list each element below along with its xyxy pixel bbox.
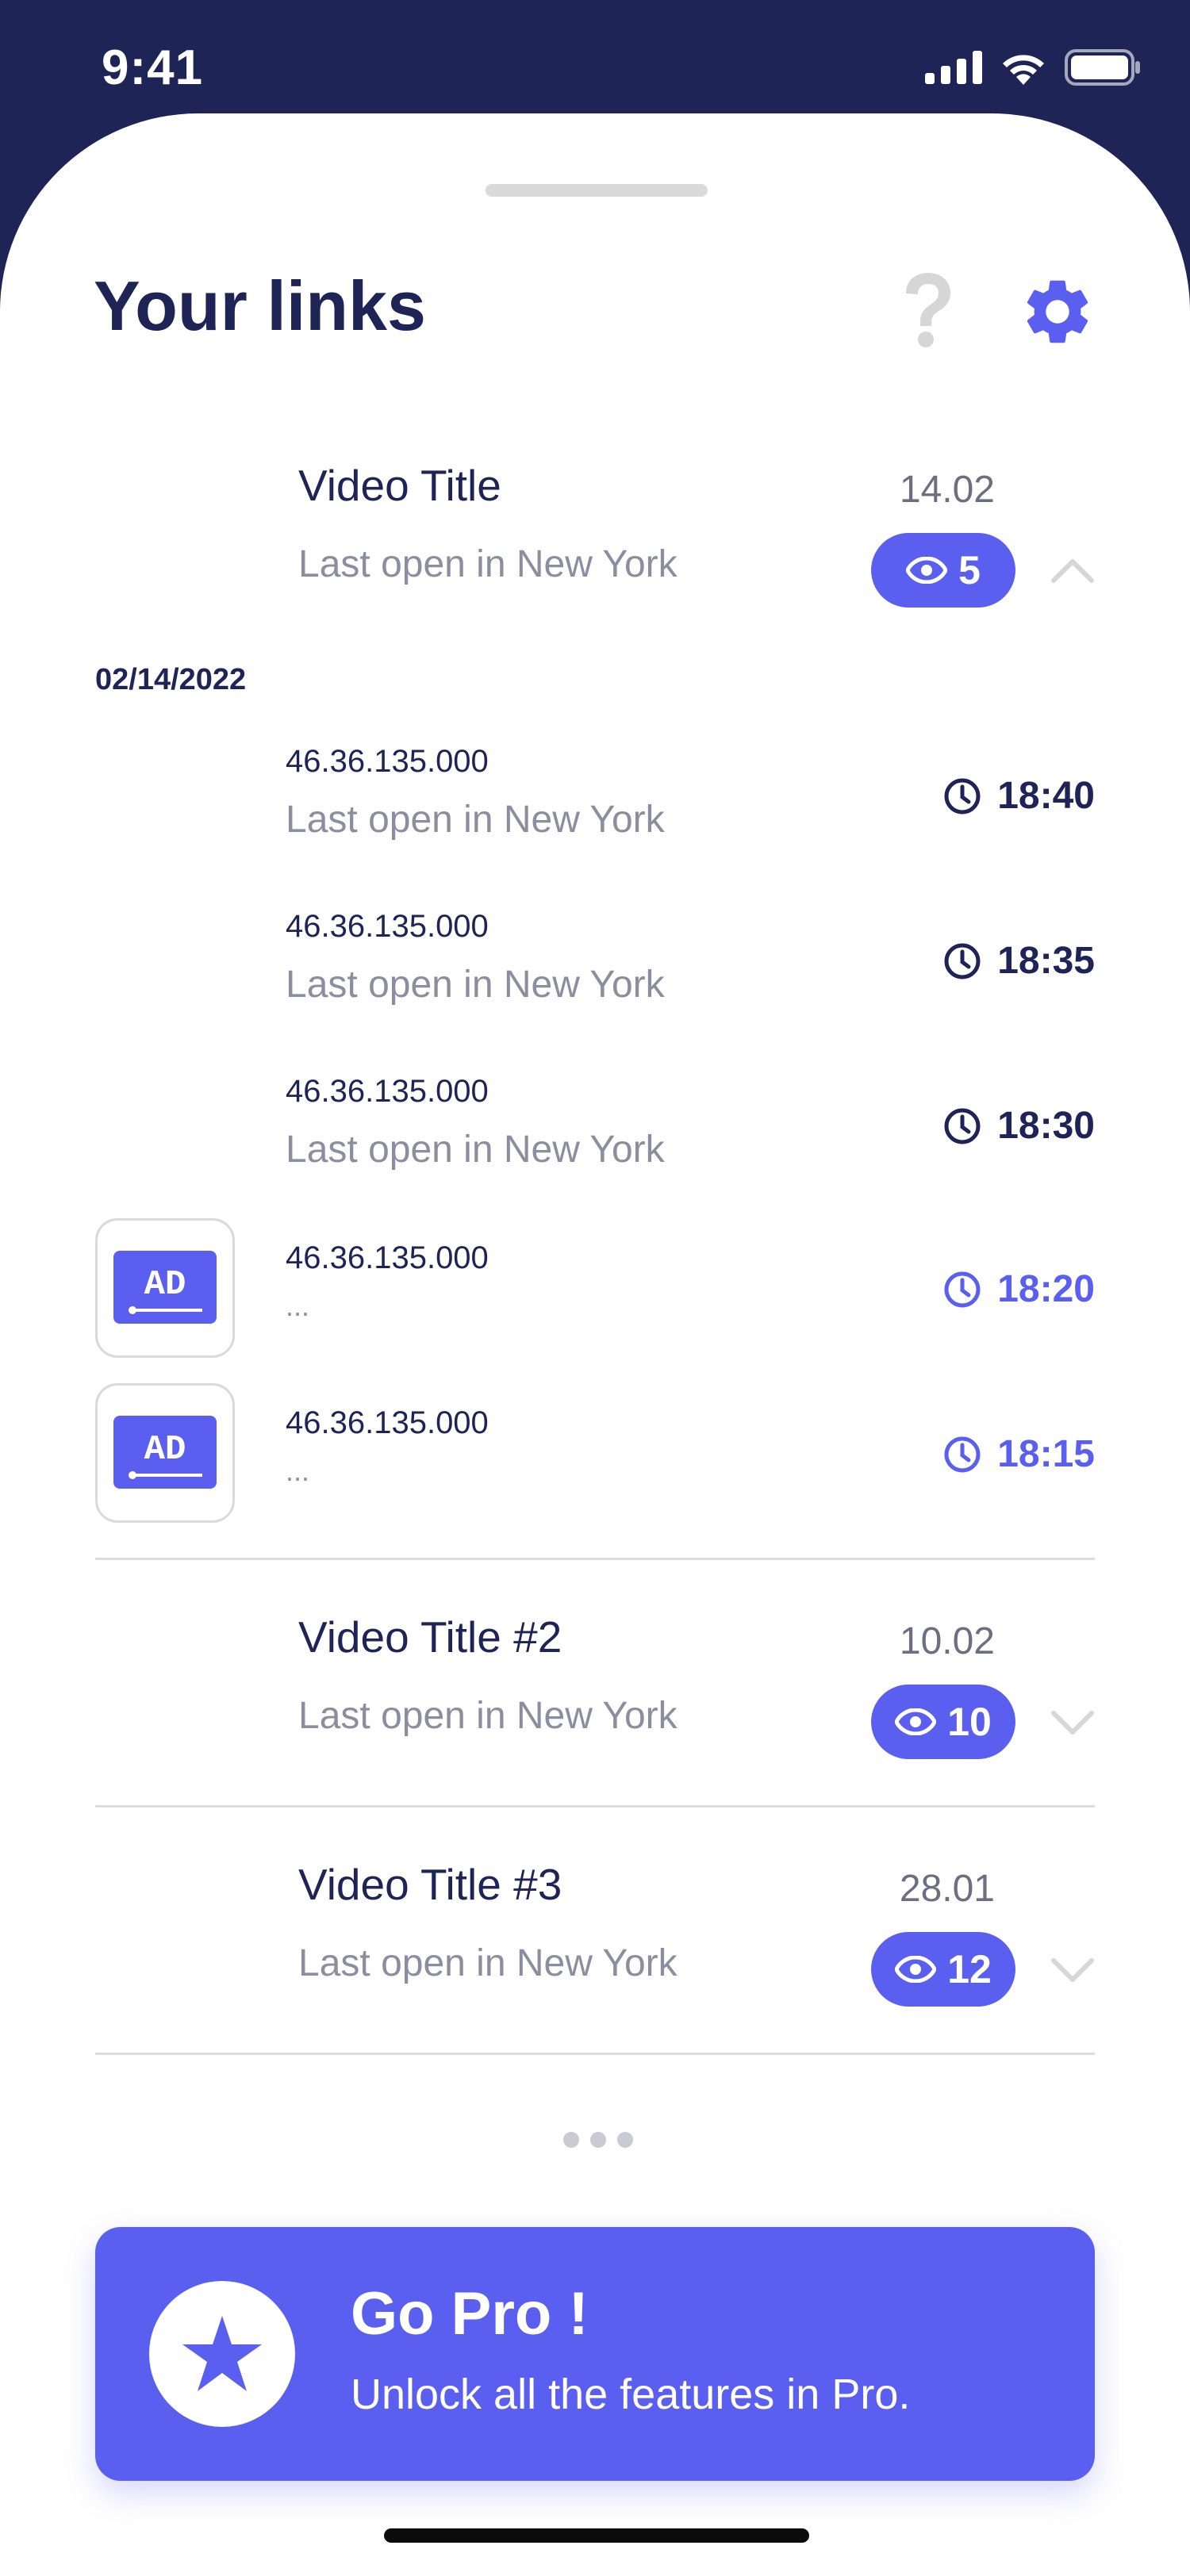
- visit-row: 46.36.135.000 Last open in New York 18:3…: [0, 1060, 1190, 1218]
- link-item[interactable]: Video Title #2 10.02 Last open in New Yo…: [0, 1596, 1190, 1802]
- clock-icon: [944, 778, 981, 814]
- clock-icon: [944, 1271, 981, 1307]
- ad-icon: AD: [113, 1251, 217, 1324]
- link-title: Video Title #2: [298, 1612, 562, 1662]
- pro-badge: [149, 2281, 295, 2427]
- home-indicator[interactable]: [384, 2528, 809, 2543]
- sheet-grabber[interactable]: [486, 184, 708, 197]
- visit-ip: 46.36.135.000: [286, 1240, 489, 1275]
- visit-ip: 46.36.135.000: [286, 909, 489, 944]
- status-time: 9:41: [102, 40, 204, 95]
- divider: [95, 1558, 1095, 1560]
- status-bar: 9:41: [0, 0, 1190, 119]
- link-date: 28.01: [899, 1868, 995, 1910]
- link-item[interactable]: Video Title 14.02 Last open in New York …: [0, 444, 1190, 650]
- visit-location: Last open in New York: [286, 799, 665, 841]
- link-subtitle: Last open in New York: [298, 543, 678, 585]
- go-pro-banner[interactable]: Go Pro ! Unlock all the features in Pro.: [95, 2227, 1095, 2481]
- visit-row-ad: AD 46.36.135.000 ... 18:20: [0, 1218, 1190, 1377]
- battery-icon: [1065, 49, 1140, 86]
- settings-button[interactable]: [1019, 273, 1096, 351]
- help-icon: [906, 273, 950, 347]
- visits-date-header: 02/14/2022: [95, 663, 247, 696]
- link-subtitle: Last open in New York: [298, 1695, 678, 1737]
- svg-text:AD: AD: [144, 1265, 186, 1305]
- dot: [590, 2132, 606, 2148]
- pro-title: Go Pro !: [351, 2280, 589, 2348]
- page-title: Your links: [94, 266, 426, 345]
- views-count: 10: [947, 1700, 992, 1744]
- wifi-icon: [1003, 55, 1044, 85]
- ad-icon: AD: [113, 1416, 217, 1489]
- visit-location: ...: [286, 1290, 310, 1322]
- chevron-up-icon[interactable]: [1049, 555, 1096, 587]
- divider: [95, 1805, 1095, 1807]
- signal-icon: [925, 51, 982, 84]
- visit-row: 46.36.135.000 Last open in New York 18:4…: [0, 730, 1190, 888]
- visit-time: 18:20: [943, 1267, 1095, 1311]
- clock-icon: [944, 1436, 981, 1472]
- visit-time: 18:35: [943, 939, 1095, 983]
- visit-location: ...: [286, 1455, 310, 1487]
- more-indicator[interactable]: [563, 2132, 633, 2148]
- help-button[interactable]: [895, 270, 962, 349]
- views-badge: 12: [871, 1932, 1015, 2007]
- link-date: 10.02: [899, 1620, 995, 1662]
- eye-icon: [906, 557, 948, 584]
- pro-subtitle: Unlock all the features in Pro.: [351, 2371, 911, 2418]
- visit-time: 18:40: [943, 774, 1095, 818]
- dot: [563, 2132, 579, 2148]
- eye-icon: [895, 1956, 937, 1983]
- clock-icon: [944, 1108, 981, 1144]
- visit-row-ad: AD 46.36.135.000 ... 18:15: [0, 1383, 1190, 1542]
- ad-badge: AD: [95, 1383, 235, 1523]
- visit-ip: 46.36.135.000: [286, 1074, 489, 1109]
- link-subtitle: Last open in New York: [298, 1942, 678, 1984]
- visit-ip: 46.36.135.000: [286, 1405, 489, 1440]
- views-badge: 10: [871, 1685, 1015, 1759]
- views-count: 12: [947, 1947, 992, 1991]
- visit-row: 46.36.135.000 Last open in New York 18:3…: [0, 895, 1190, 1053]
- views-badge: 5: [871, 533, 1015, 608]
- dot: [617, 2132, 633, 2148]
- link-title: Video Title: [298, 461, 501, 510]
- divider: [95, 2053, 1095, 2055]
- link-date: 14.02: [899, 469, 995, 511]
- views-count: 5: [958, 548, 981, 592]
- svg-text:AD: AD: [144, 1430, 186, 1470]
- eye-icon: [895, 1708, 937, 1735]
- gear-icon: [1027, 280, 1088, 343]
- chevron-down-icon[interactable]: [1049, 1954, 1096, 1986]
- clock-icon: [944, 943, 981, 979]
- link-item[interactable]: Video Title #3 28.01 Last open in New Yo…: [0, 1843, 1190, 2049]
- star-icon: [182, 2316, 262, 2391]
- link-title: Video Title #3: [298, 1860, 562, 1909]
- visit-time: 18:30: [943, 1104, 1095, 1148]
- visit-location: Last open in New York: [286, 964, 665, 1006]
- status-icons: [925, 49, 1141, 86]
- visit-time: 18:15: [943, 1432, 1095, 1476]
- visit-location: Last open in New York: [286, 1129, 665, 1171]
- ad-badge: AD: [95, 1218, 235, 1358]
- visit-ip: 46.36.135.000: [286, 744, 489, 779]
- chevron-down-icon[interactable]: [1049, 1707, 1096, 1738]
